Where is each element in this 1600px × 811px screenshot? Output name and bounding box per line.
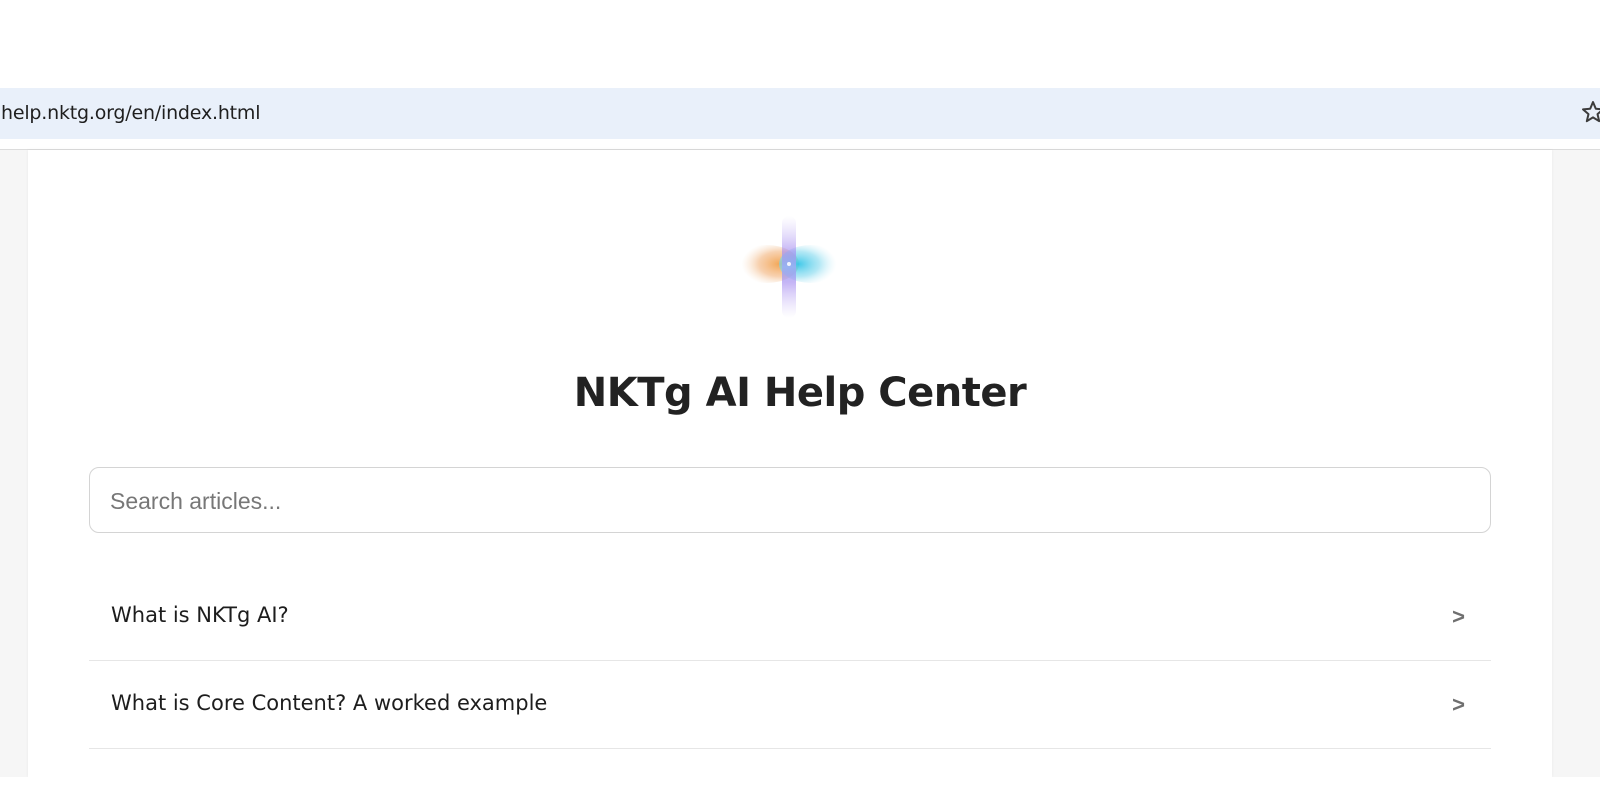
page-title: NKTg AI Help Center [573, 370, 1027, 416]
article-item-core-content[interactable]: What is Core Content? A worked example > [89, 661, 1491, 749]
nktg-logo-icon [734, 216, 844, 318]
chevron-right-icon: > [1452, 692, 1465, 717]
search-box[interactable] [89, 467, 1491, 534]
article-title[interactable]: What is Core Content? A worked example [111, 691, 547, 715]
star-icon[interactable] [1580, 99, 1600, 125]
window-bottom-area [0, 777, 1600, 811]
address-bar[interactable]: help.nktg.org/en/index.html [0, 88, 1600, 139]
article-item-what-is-nktg-ai[interactable]: What is NKTg AI? > [89, 573, 1491, 661]
chevron-right-icon: > [1452, 604, 1465, 629]
search-input[interactable] [108, 468, 1472, 534]
window-top-area [0, 0, 1600, 88]
url-text[interactable]: help.nktg.org/en/index.html [1, 102, 261, 124]
article-title[interactable]: What is NKTg AI? [111, 603, 289, 627]
